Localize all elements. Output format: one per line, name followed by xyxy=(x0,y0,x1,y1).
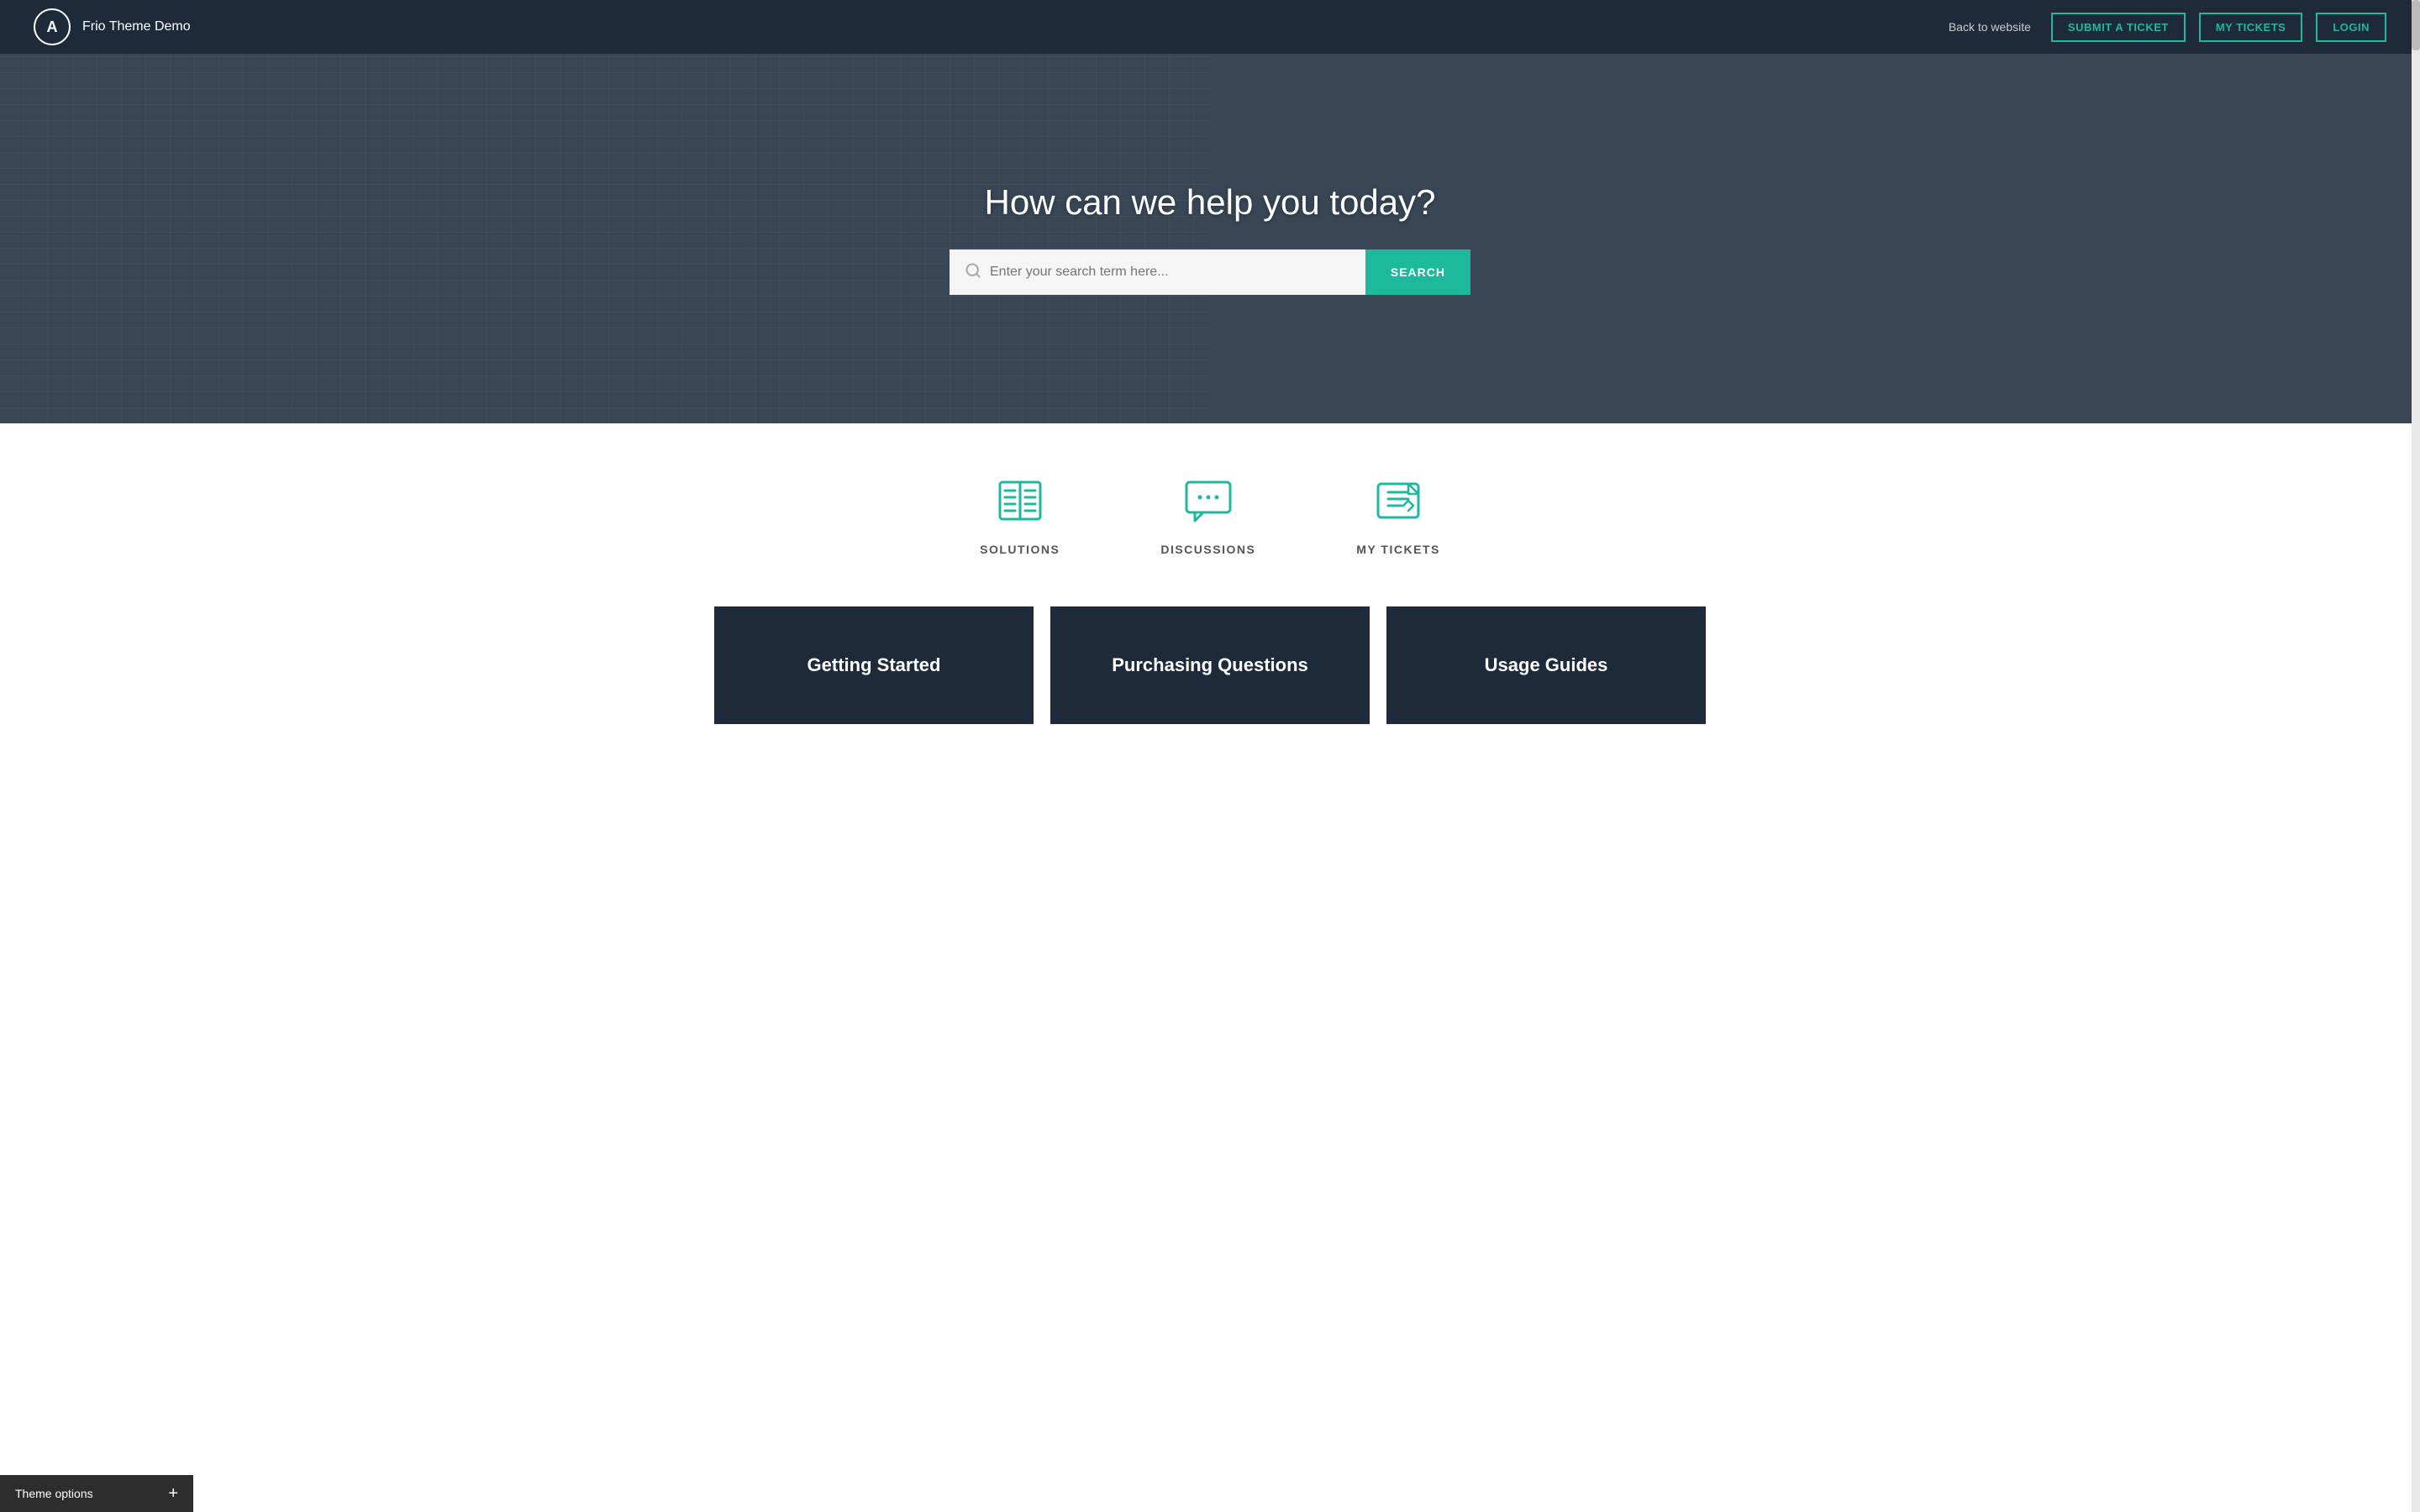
icons-section: SOLUTIONS DISCUSSIONS MY TICKETS xyxy=(0,423,2420,590)
search-input-wrapper xyxy=(950,249,1365,295)
theme-options-plus-icon: + xyxy=(168,1484,178,1504)
theme-options-bar[interactable]: Theme options + xyxy=(0,1475,193,1512)
discussions-label: DISCUSSIONS xyxy=(1160,543,1255,556)
hero-title: How can we help you today? xyxy=(985,182,1436,223)
hero-section: How can we help you today? SEARCH xyxy=(0,54,2420,423)
navbar: A Frio Theme Demo Back to website SUBMIT… xyxy=(0,0,2420,54)
submit-ticket-button[interactable]: SUBMIT A TICKET xyxy=(2051,13,2186,42)
purchasing-questions-label: Purchasing Questions xyxy=(1112,654,1308,676)
discussions-item[interactable]: DISCUSSIONS xyxy=(1160,474,1255,556)
cards-section: Getting Started Purchasing Questions Usa… xyxy=(0,590,2420,774)
logo-letter: A xyxy=(47,18,58,36)
search-button[interactable]: SEARCH xyxy=(1365,249,1470,295)
getting-started-card[interactable]: Getting Started xyxy=(714,606,1034,724)
search-input[interactable] xyxy=(990,249,1350,295)
theme-options-label: Theme options xyxy=(15,1487,93,1500)
purchasing-questions-card[interactable]: Purchasing Questions xyxy=(1050,606,1370,724)
site-title: Frio Theme Demo xyxy=(82,19,191,34)
getting-started-label: Getting Started xyxy=(808,654,941,676)
navbar-left: A Frio Theme Demo xyxy=(34,8,191,45)
usage-guides-label: Usage Guides xyxy=(1485,654,1608,676)
solutions-item[interactable]: SOLUTIONS xyxy=(980,474,1060,556)
search-bar: SEARCH xyxy=(950,249,1470,295)
book-icon xyxy=(993,474,1047,528)
my-tickets-button[interactable]: MY TICKETS xyxy=(2199,13,2303,42)
hero-content: How can we help you today? SEARCH xyxy=(0,182,2420,295)
back-to-website-link[interactable]: Back to website xyxy=(1949,20,2031,34)
solutions-label: SOLUTIONS xyxy=(980,543,1060,556)
search-icon xyxy=(965,262,981,283)
scrollbar-thumb[interactable] xyxy=(2412,0,2420,50)
my-tickets-item[interactable]: MY TICKETS xyxy=(1356,474,1440,556)
my-tickets-label: MY TICKETS xyxy=(1356,543,1440,556)
navbar-right: Back to website SUBMIT A TICKET MY TICKE… xyxy=(1949,13,2386,42)
logo-circle: A xyxy=(34,8,71,45)
login-button[interactable]: LOGIN xyxy=(2316,13,2386,42)
usage-guides-card[interactable]: Usage Guides xyxy=(1386,606,1706,724)
chat-icon xyxy=(1181,474,1235,528)
scrollbar-track[interactable] xyxy=(2412,0,2420,1512)
ticket-icon xyxy=(1371,474,1425,528)
